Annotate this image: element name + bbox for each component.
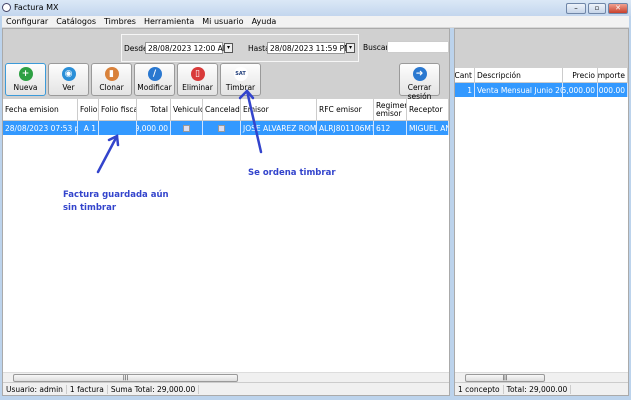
annotation-stamp: Se ordena timbrar: [248, 168, 336, 178]
arrow-to-folio-fiscal: [96, 134, 119, 174]
arrow-to-timbrar: [245, 89, 263, 154]
annotation-unstamped: Factura guardada aún sin timbrar: [63, 190, 169, 213]
